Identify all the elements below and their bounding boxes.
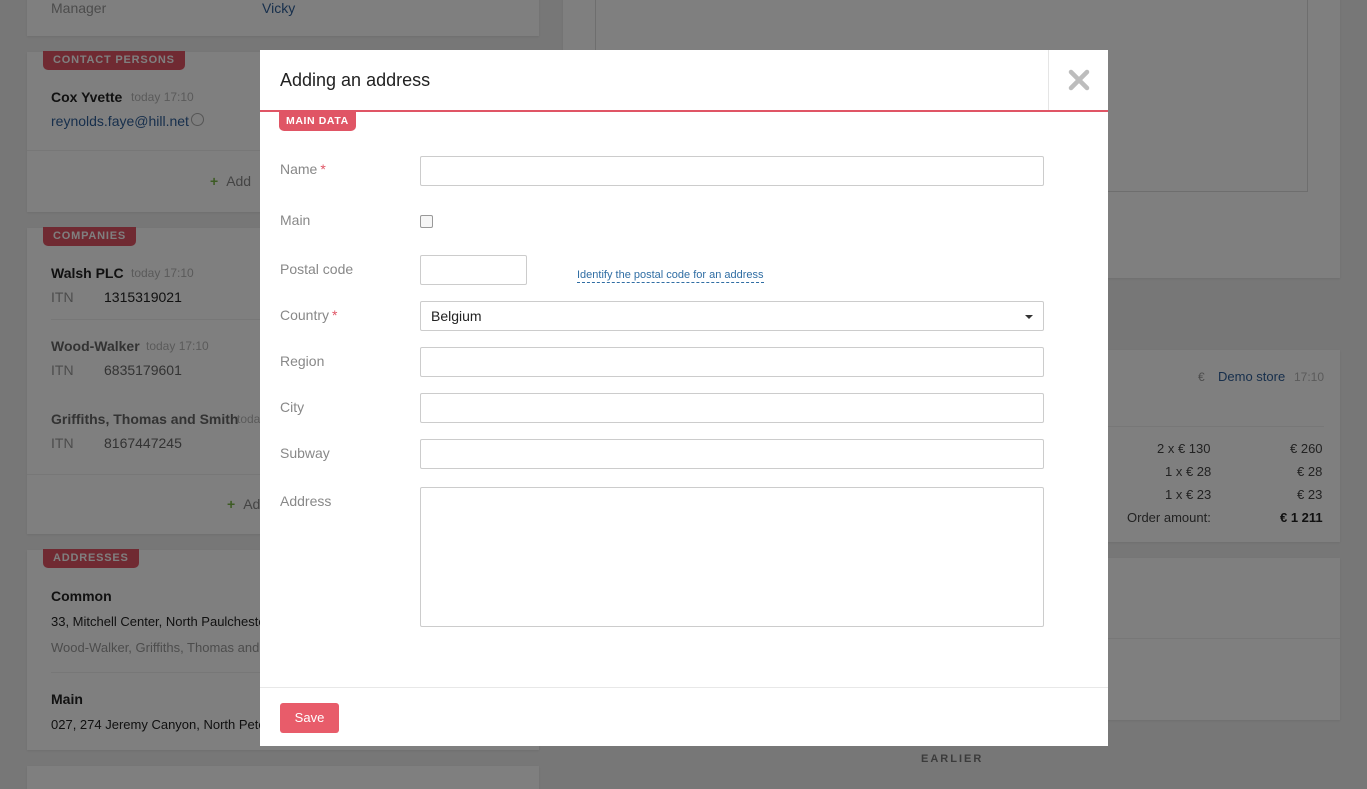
- region-label: Region: [280, 353, 325, 369]
- postal-code-field[interactable]: [420, 255, 527, 285]
- name-field[interactable]: [420, 156, 1044, 186]
- modal-footer: Save: [260, 687, 1108, 746]
- main-data-tag: MAIN DATA: [279, 112, 356, 131]
- city-field[interactable]: [420, 393, 1044, 423]
- address-textarea[interactable]: [420, 487, 1044, 627]
- main-label: Main: [280, 212, 311, 228]
- modal-header: Adding an address: [260, 50, 1108, 112]
- region-field[interactable]: [420, 347, 1044, 377]
- required-mark: *: [332, 307, 338, 323]
- save-button[interactable]: Save: [280, 703, 339, 733]
- name-label: Name *: [280, 161, 326, 177]
- close-icon: [1068, 69, 1089, 91]
- close-button[interactable]: [1048, 50, 1108, 110]
- country-label: Country *: [280, 307, 338, 323]
- identify-postal-code-link[interactable]: Identify the postal code for an address: [577, 269, 764, 283]
- modal-title: Adding an address: [280, 70, 431, 90]
- subway-field[interactable]: [420, 439, 1044, 469]
- required-mark: *: [320, 161, 326, 177]
- subway-label: Subway: [280, 445, 330, 461]
- country-value: Belgium: [431, 308, 482, 324]
- main-checkbox[interactable]: [420, 215, 433, 228]
- chevron-down-icon: [1025, 315, 1033, 319]
- add-address-modal: Adding an address MAIN DATA Name * Main P…: [260, 50, 1108, 746]
- city-label: City: [280, 399, 305, 415]
- address-label: Address: [280, 493, 332, 509]
- country-select[interactable]: Belgium: [420, 301, 1044, 331]
- postal-code-label: Postal code: [280, 261, 354, 277]
